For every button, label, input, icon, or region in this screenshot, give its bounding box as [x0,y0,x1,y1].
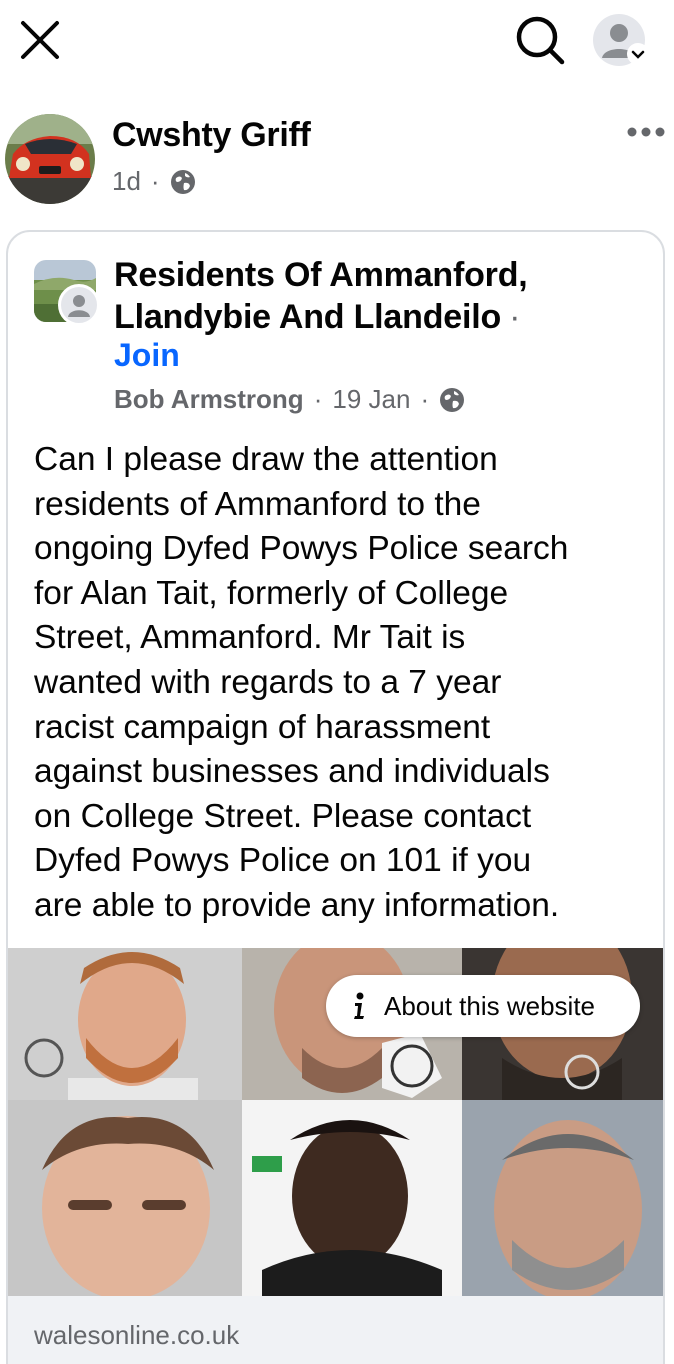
shared-post-text: Can I please draw the attention resident… [34,441,569,924]
meta-separator: · [420,384,430,414]
more-horizontal-icon [627,127,665,137]
join-group-link[interactable]: Join [114,337,180,374]
shared-post-card[interactable]: Residents Of Ammanford, Llandybie And Ll… [6,230,665,1364]
more-options-button[interactable] [622,120,670,144]
poster-avatar[interactable] [5,114,95,204]
globe-icon [440,387,465,412]
link-preview-image[interactable]: About this website [8,948,663,1296]
person-icon [68,295,90,317]
info-icon [354,992,364,1019]
globe-icon [170,169,195,194]
post-meta: 1d · [112,166,196,197]
mugshot-photo [8,1100,242,1296]
post-header: Cwshty Griff 1d · [0,110,674,210]
link-preview-footer[interactable]: walesonline.co.uk [8,1296,663,1364]
profile-menu-icon [593,14,649,66]
search-button[interactable] [512,12,568,68]
group-name[interactable]: Residents Of Ammanford, Llandybie And Ll… [114,256,528,336]
top-bar [0,0,674,80]
shared-post-date[interactable]: 19 Jan [332,384,410,415]
post-time[interactable]: 1d [112,166,141,197]
group-name-separator: · [509,298,521,336]
link-domain: walesonline.co.uk [34,1320,240,1350]
close-icon [21,21,59,59]
shared-post-meta: Bob Armstrong · 19 Jan · [114,384,465,415]
about-this-website-button[interactable]: About this website [326,975,640,1037]
meta-separator: · [150,166,160,196]
mugshot-photo [242,1100,462,1296]
meta-separator: · [313,384,323,414]
shared-post-author[interactable]: Bob Armstrong [114,384,304,415]
mugshot-photo [8,948,242,1100]
poster-name[interactable]: Cwshty Griff [112,116,311,155]
group-member-badge [58,284,100,326]
about-this-website-label: About this website [384,990,596,1021]
mugshot-photo [462,1100,663,1296]
profile-menu-button[interactable] [592,12,650,68]
search-icon [516,16,565,65]
group-name-line: Residents Of Ammanford, Llandybie And Ll… [114,254,644,338]
close-button[interactable] [18,18,62,62]
